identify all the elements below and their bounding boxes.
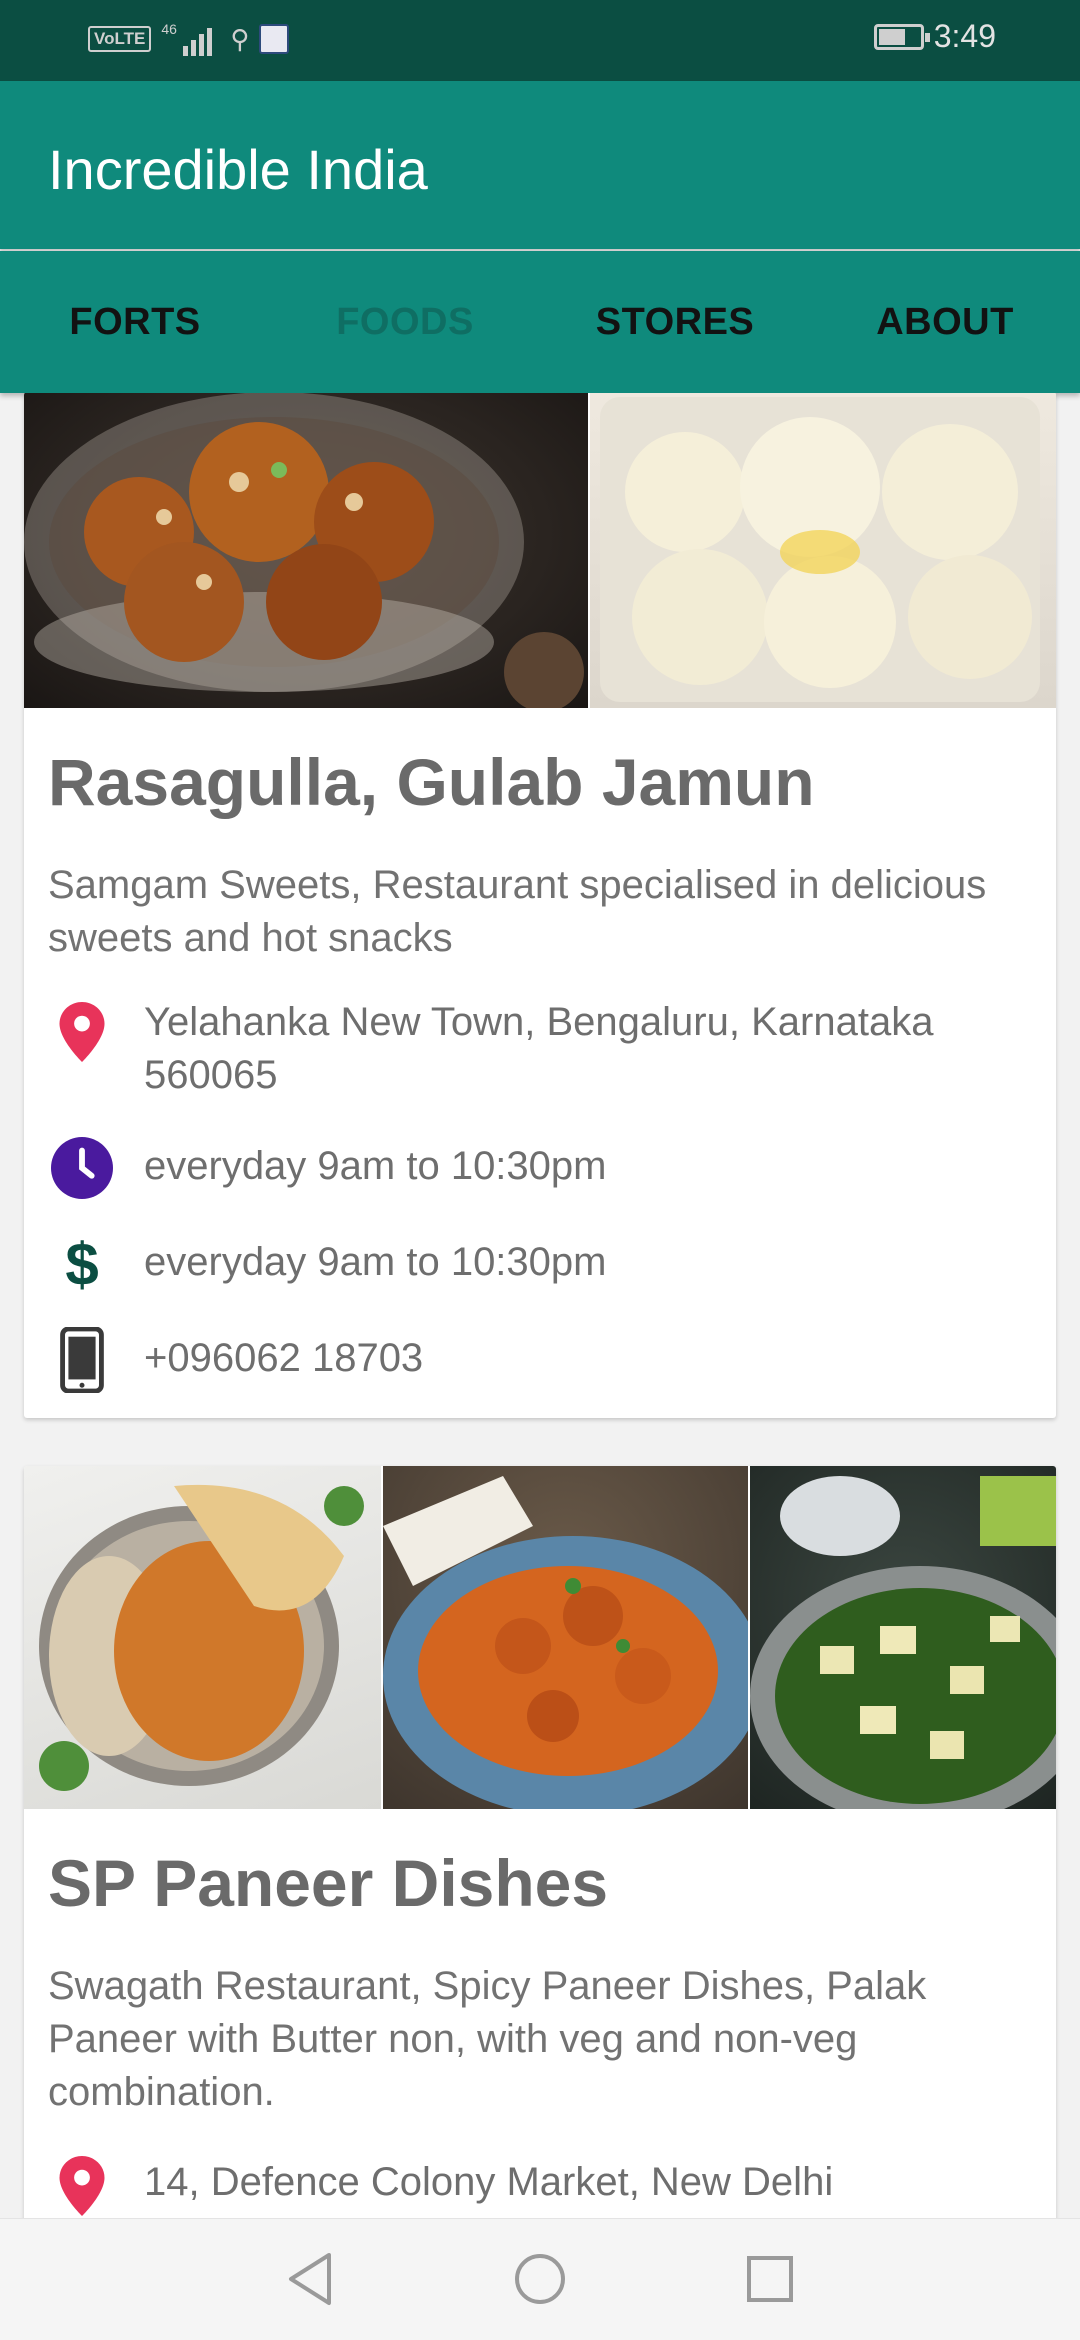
card-description: Samgam Sweets, Restaurant specialised in…	[48, 863, 987, 960]
location-pin-icon	[48, 2152, 116, 2218]
battery-icon	[873, 23, 930, 50]
address-text: Yelahanka New Town, Bengaluru, Karnataka…	[144, 1000, 934, 1097]
palak-paneer-photo	[748, 1466, 1056, 1809]
card-title: Rasagulla, Gulab Jamun	[48, 745, 815, 819]
notification-app-icon	[259, 24, 290, 54]
food-image-strip	[24, 1466, 1056, 1809]
app-bar: Incredible India	[0, 81, 1080, 249]
app-title: Incredible India	[48, 138, 428, 201]
card-description: Swagath Restaurant, Spicy Paneer Dishes,…	[48, 1964, 927, 2114]
dollar-icon: $	[65, 1230, 99, 1298]
system-nav-bar	[0, 2218, 1080, 2340]
status-bar: VoLTE 46 ⚲ 3:49	[0, 0, 1080, 81]
tab-stores[interactable]: STORES	[540, 251, 810, 393]
signal-icon: 46	[161, 21, 213, 56]
food-image-strip	[24, 393, 1056, 708]
phone-text[interactable]: +096062 18703	[144, 1332, 1044, 1385]
clock-icon	[48, 1134, 116, 1202]
food-card[interactable]: SP Paneer Dishes Swagath Restaurant, Spi…	[24, 1466, 1056, 2218]
hours-text: everyday 9am to 10:30pm	[144, 1144, 607, 1188]
chicken-curry-photo	[381, 1466, 748, 1809]
tab-bar: FORTS FOODS STORES ABOUT	[0, 251, 1080, 393]
rasagulla-photo	[588, 393, 1056, 708]
gulab-jamun-photo	[24, 393, 588, 708]
price-text: everyday 9am to 10:30pm	[144, 1240, 607, 1284]
phone-icon	[48, 1326, 116, 1394]
status-left-icons: VoLTE 46 ⚲	[88, 21, 290, 56]
clock-time: 3:49	[933, 18, 996, 54]
tab-forts[interactable]: FORTS	[0, 251, 270, 393]
food-list[interactable]: Rasagulla, Gulab Jamun Samgam Sweets, Re…	[0, 393, 1080, 2218]
volte-badge: VoLTE	[88, 26, 152, 52]
back-icon[interactable]	[280, 2249, 340, 2309]
address-text: 14, Defence Colony Market, New Delhi	[144, 2160, 834, 2204]
butter-paneer-rice-photo	[24, 1466, 381, 1809]
recents-icon[interactable]	[740, 2249, 800, 2309]
location-pin-icon	[48, 998, 116, 1066]
status-right-icons: 3:49	[873, 18, 996, 55]
home-icon[interactable]	[510, 2249, 570, 2309]
card-title: SP Paneer Dishes	[48, 1846, 609, 1920]
tab-about[interactable]: ABOUT	[810, 251, 1080, 393]
tab-foods[interactable]: FOODS	[270, 251, 540, 393]
network-type-label: 46	[161, 21, 177, 37]
food-card[interactable]: Rasagulla, Gulab Jamun Samgam Sweets, Re…	[24, 393, 1056, 1418]
usb-icon: ⚲	[230, 23, 250, 54]
